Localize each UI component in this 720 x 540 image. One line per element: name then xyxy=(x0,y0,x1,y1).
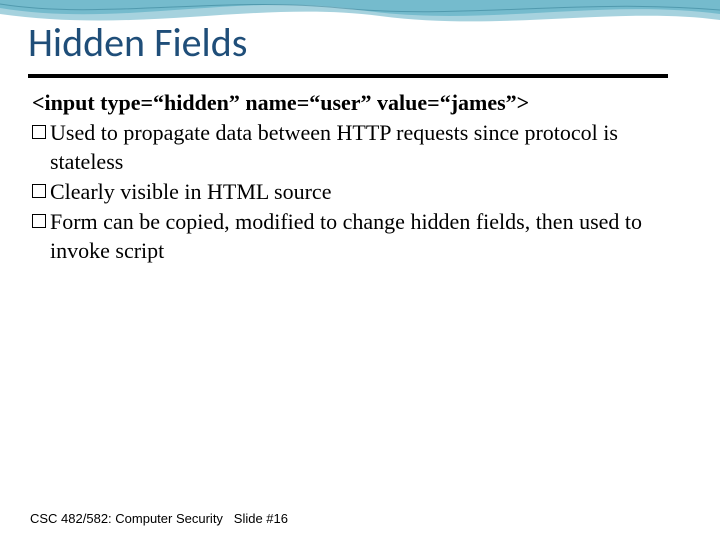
bullet-box-icon xyxy=(32,214,46,228)
bullet-box-icon xyxy=(32,184,46,198)
code-example: <input type=“hidden” name=“user” value=“… xyxy=(32,88,682,118)
title-underline xyxy=(28,74,668,78)
bullet-item-2: Clearly visible in HTML source xyxy=(32,177,682,207)
slide-footer: CSC 482/582: Computer Security Slide #16 xyxy=(30,511,288,526)
bullet-text: Form can be copied, modified to change h… xyxy=(50,207,682,266)
bullet-box-icon xyxy=(32,125,46,139)
slide-content: <input type=“hidden” name=“user” value=“… xyxy=(32,88,682,266)
bullet-text: Clearly visible in HTML source xyxy=(50,177,682,207)
bullet-item-3: Form can be copied, modified to change h… xyxy=(32,207,682,266)
slide-title: Hidden Fields xyxy=(28,18,247,67)
footer-slide-number: Slide #16 xyxy=(234,511,288,526)
bullet-text: Used to propagate data between HTTP requ… xyxy=(50,118,682,177)
bullet-item-1: Used to propagate data between HTTP requ… xyxy=(32,118,682,177)
footer-course: CSC 482/582: Computer Security xyxy=(30,511,223,526)
